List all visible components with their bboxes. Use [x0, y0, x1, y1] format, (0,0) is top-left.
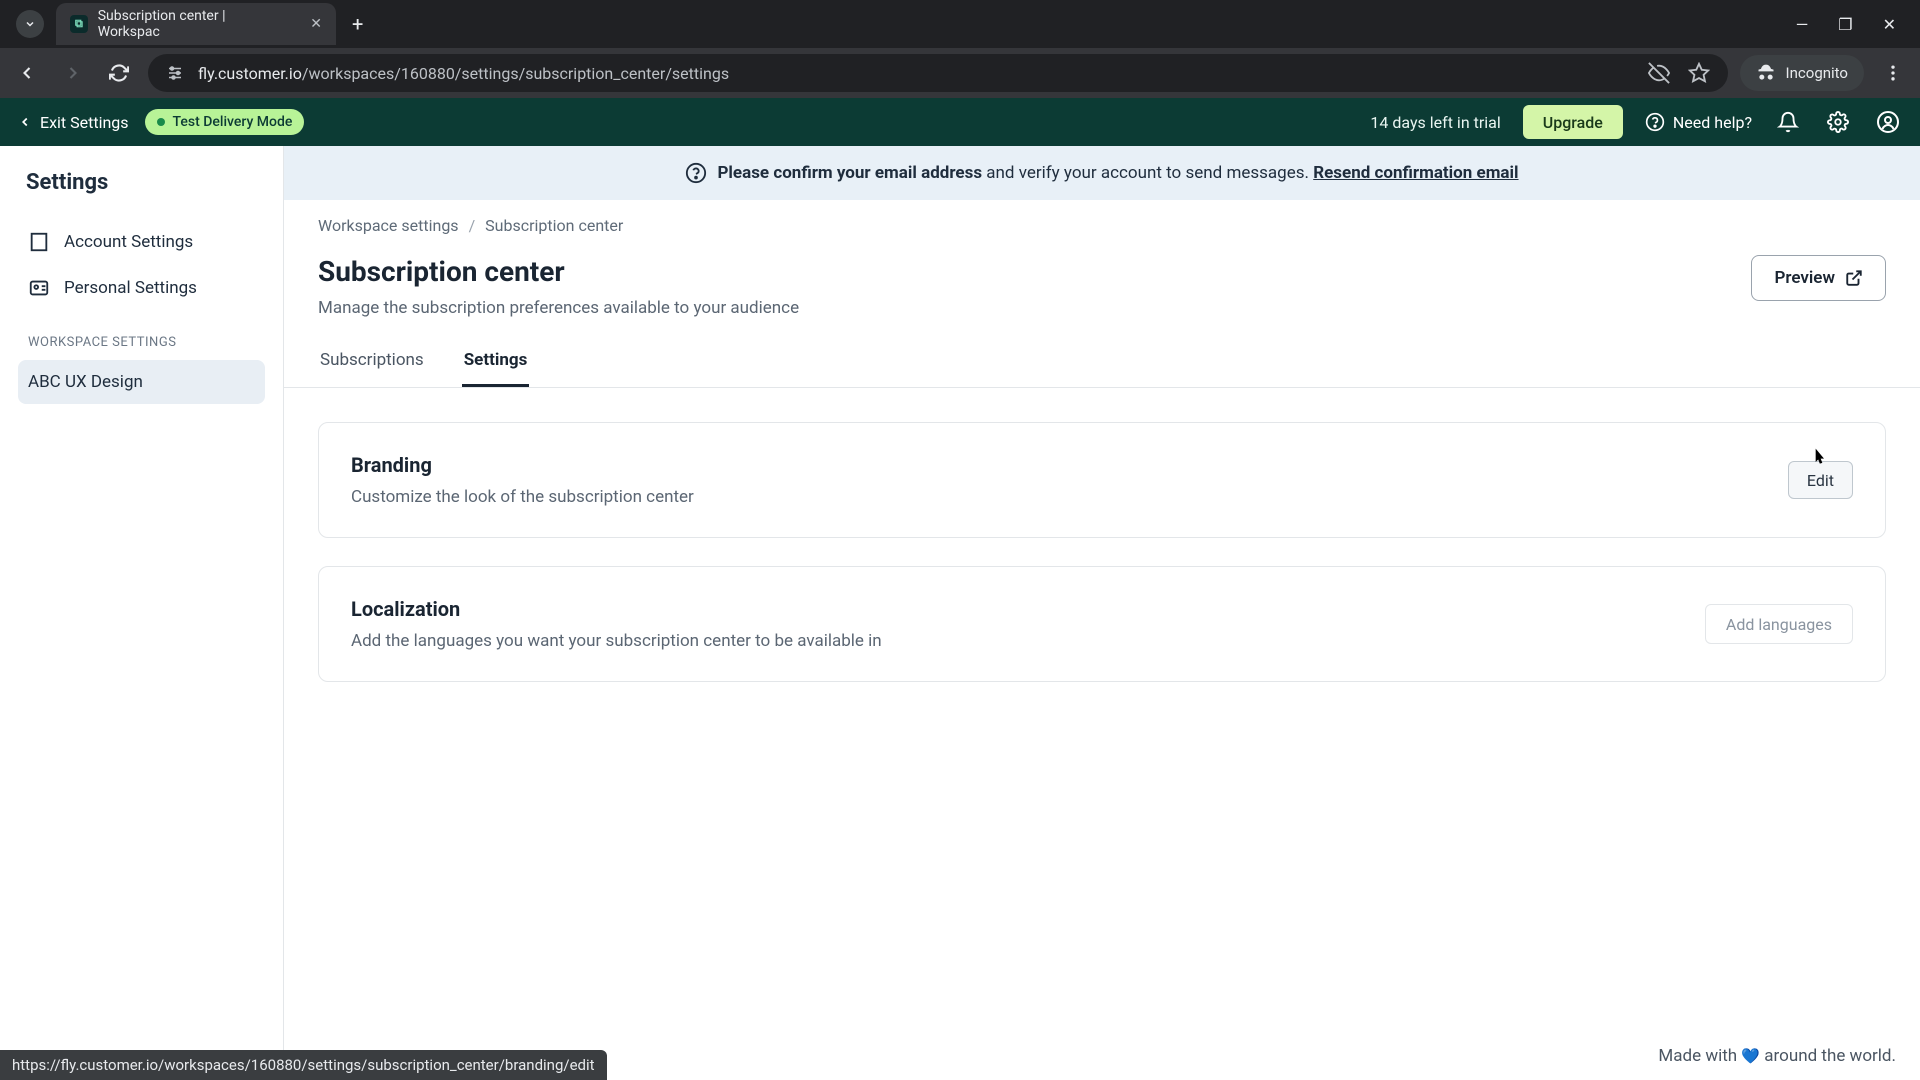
app-page: Exit Settings Test Delivery Mode 14 days…: [0, 98, 1920, 1080]
incognito-indicator[interactable]: Incognito: [1740, 55, 1864, 91]
settings-gear-button[interactable]: [1824, 108, 1852, 136]
sidebar-title: Settings: [18, 170, 265, 195]
help-icon: [1645, 112, 1665, 132]
sidebar-label: ABC UX Design: [28, 372, 143, 392]
bookmark-star-icon[interactable]: [1688, 62, 1710, 84]
maximize-icon[interactable]: ❐: [1838, 15, 1852, 34]
notifications-button[interactable]: [1774, 108, 1802, 136]
branding-title: Branding: [351, 453, 694, 477]
sidebar-item-account[interactable]: Account Settings: [18, 219, 265, 265]
window-controls: — ❐ ✕: [1796, 15, 1912, 34]
breadcrumb-root[interactable]: Workspace settings: [318, 216, 459, 235]
status-bar-url: https://fly.customer.io/workspaces/16088…: [0, 1050, 607, 1080]
tab-settings[interactable]: Settings: [462, 340, 530, 387]
edit-branding-button[interactable]: Edit: [1788, 461, 1853, 499]
sidebar-label: Account Settings: [64, 232, 193, 252]
browser-tab[interactable]: ⧉ Subscription center | Workspac ✕: [56, 3, 336, 45]
breadcrumb-current: Subscription center: [485, 216, 623, 235]
info-icon: [685, 162, 707, 184]
reload-button[interactable]: [102, 56, 136, 90]
eye-off-icon[interactable]: [1648, 62, 1670, 84]
breadcrumb-separator: /: [469, 216, 476, 235]
incognito-icon: [1756, 63, 1776, 83]
address-bar[interactable]: fly.customer.io/workspaces/160880/settin…: [148, 54, 1728, 92]
sidebar-label: Personal Settings: [64, 278, 197, 298]
site-settings-icon[interactable]: [166, 64, 184, 82]
preview-label: Preview: [1774, 268, 1835, 288]
add-languages-button[interactable]: Add languages: [1705, 604, 1853, 644]
footer-text: Made with 💙 around the world.: [1658, 1046, 1896, 1066]
sidebar-heading-workspace: WORKSPACE SETTINGS: [28, 335, 265, 350]
sidebar-item-personal[interactable]: Personal Settings: [18, 265, 265, 311]
favicon-icon: ⧉: [70, 15, 88, 33]
id-card-icon: [28, 277, 50, 299]
account-avatar-button[interactable]: [1874, 108, 1902, 136]
page-title: Subscription center: [318, 255, 799, 288]
chevron-left-icon: [18, 115, 32, 129]
main-content: Please confirm your email address and ve…: [284, 146, 1920, 1080]
url-text: fly.customer.io/workspaces/160880/settin…: [198, 64, 729, 83]
upgrade-button[interactable]: Upgrade: [1523, 105, 1623, 139]
test-mode-pill[interactable]: Test Delivery Mode: [145, 109, 305, 135]
localization-title: Localization: [351, 597, 882, 621]
browser-titlebar: ⧉ Subscription center | Workspac ✕ + — ❐…: [0, 0, 1920, 48]
trial-status: 14 days left in trial: [1370, 113, 1500, 132]
back-button[interactable]: [10, 56, 44, 90]
new-tab-button[interactable]: +: [352, 12, 363, 36]
browser-menu-button[interactable]: [1876, 56, 1910, 90]
sidebar-item-workspace[interactable]: ABC UX Design: [18, 360, 265, 404]
page-subtitle: Manage the subscription preferences avai…: [318, 298, 799, 318]
tab-subscriptions[interactable]: Subscriptions: [318, 340, 426, 387]
exit-settings-link[interactable]: Exit Settings: [18, 113, 129, 132]
branding-card: Branding Customize the look of the subsc…: [318, 422, 1886, 538]
branding-desc: Customize the look of the subscription c…: [351, 487, 694, 507]
minimize-icon[interactable]: —: [1796, 15, 1809, 34]
exit-label: Exit Settings: [40, 113, 129, 132]
building-icon: [28, 231, 50, 253]
localization-desc: Add the languages you want your subscrip…: [351, 631, 882, 651]
resend-confirmation-link[interactable]: Resend confirmation email: [1313, 163, 1518, 183]
tab-search-dropdown[interactable]: [16, 10, 44, 38]
incognito-label: Incognito: [1786, 64, 1848, 82]
help-label: Need help?: [1673, 113, 1752, 132]
localization-card: Localization Add the languages you want …: [318, 566, 1886, 682]
test-mode-label: Test Delivery Mode: [173, 114, 293, 130]
preview-button[interactable]: Preview: [1751, 255, 1886, 301]
tab-close-icon[interactable]: ✕: [310, 16, 322, 32]
tabs: Subscriptions Settings: [284, 318, 1920, 388]
help-link[interactable]: Need help?: [1645, 112, 1752, 132]
forward-button[interactable]: [56, 56, 90, 90]
app-topbar: Exit Settings Test Delivery Mode 14 days…: [0, 98, 1920, 146]
close-window-icon[interactable]: ✕: [1883, 15, 1896, 34]
browser-toolbar: fly.customer.io/workspaces/160880/settin…: [0, 48, 1920, 98]
tab-title: Subscription center | Workspac: [98, 8, 289, 40]
breadcrumb: Workspace settings / Subscription center: [284, 200, 1920, 235]
banner-text: Please confirm your email address and ve…: [717, 163, 1518, 183]
confirm-email-banner: Please confirm your email address and ve…: [284, 146, 1920, 200]
external-link-icon: [1845, 269, 1863, 287]
settings-sidebar: Settings Account Settings Personal Setti…: [0, 146, 284, 1080]
